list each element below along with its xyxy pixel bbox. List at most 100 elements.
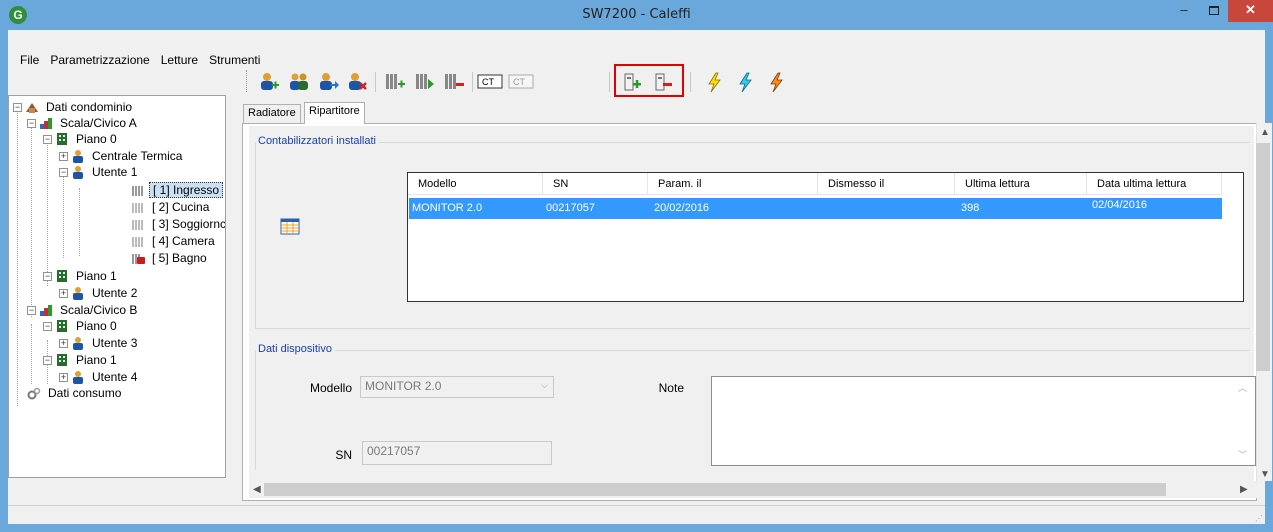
cell-modello: MONITOR 2.0: [412, 202, 483, 214]
flash-orange-icon[interactable]: [764, 70, 788, 94]
collapse-icon[interactable]: −: [13, 102, 22, 112]
radiator-icon: [132, 220, 143, 230]
tree-node-piano-0[interactable]: − Piano 0: [43, 131, 120, 147]
toolbar-grip[interactable]: [246, 70, 249, 92]
modello-select[interactable]: MONITOR 2.0 ⌵: [360, 376, 554, 398]
status-bar: ⋰: [8, 505, 1265, 524]
tree-label: Centrale Termica: [92, 149, 183, 163]
tree-node-piano-0-b[interactable]: − Piano 0: [43, 318, 120, 334]
tree-node-room-1[interactable]: [ 1] Ingresso: [131, 182, 224, 198]
window-border-left: [0, 30, 8, 532]
horizontal-scroll-thumb[interactable]: [264, 483, 1166, 496]
tree-node-piano-1[interactable]: − Piano 1: [43, 268, 120, 284]
tree-node-utente-3[interactable]: + Utente 3: [59, 335, 140, 351]
remove-user-icon[interactable]: [345, 70, 369, 94]
tree-node-dati-condominio[interactable]: − Dati condominio: [13, 99, 135, 115]
add-user-icon[interactable]: [257, 70, 281, 94]
maximize-button[interactable]: [1200, 0, 1228, 22]
collapse-icon[interactable]: −: [43, 271, 52, 281]
col-ultima-lettura[interactable]: Ultima lettura: [955, 173, 1087, 195]
installed-grid[interactable]: Modello SN Param. il Dismesso il Ultima …: [407, 172, 1244, 302]
table-row[interactable]: MONITOR 2.0 00217057 20/02/2016 398 02/0…: [409, 198, 1222, 219]
note-label: Note: [658, 381, 684, 395]
expand-icon[interactable]: +: [59, 151, 68, 161]
close-button[interactable]: ✕: [1228, 0, 1273, 22]
scroll-left-icon[interactable]: ◀: [253, 484, 261, 495]
window-border-bottom: [0, 524, 1273, 532]
users-icon[interactable]: [287, 70, 311, 94]
device-groupbox: [255, 350, 1250, 351]
menu-parametrizzazione[interactable]: Parametrizzazione: [48, 50, 158, 70]
col-dismesso[interactable]: Dismesso il: [818, 173, 955, 195]
ct-on-label: CT: [482, 77, 494, 87]
flash-yellow-icon[interactable]: [702, 70, 726, 94]
collapse-icon[interactable]: −: [27, 305, 36, 315]
expand-icon[interactable]: +: [59, 288, 68, 298]
collapse-icon[interactable]: −: [27, 118, 36, 128]
collapse-icon[interactable]: −: [43, 134, 52, 144]
minimize-button[interactable]: –: [1170, 0, 1198, 22]
floor-icon: [57, 133, 67, 145]
collapse-icon[interactable]: −: [59, 167, 68, 177]
scroll-up-icon[interactable]: ▲: [1260, 127, 1270, 138]
tree-node-centrale-termica[interactable]: + Centrale Termica: [59, 148, 185, 164]
tree-node-room-5[interactable]: [ 5] Bagno: [131, 250, 210, 266]
tree-node-room-2[interactable]: [ 2] Cucina: [131, 199, 212, 215]
groupbox-border: [255, 142, 256, 328]
title-bar: G SW7200 - Caleffi – ✕: [0, 0, 1273, 30]
collapse-icon[interactable]: −: [43, 355, 52, 365]
col-data-ultima[interactable]: Data ultima lettura: [1087, 173, 1222, 195]
tree-label: [ 5] Bagno: [152, 251, 207, 265]
remove-radiator-icon[interactable]: [442, 70, 466, 94]
col-sn[interactable]: SN: [543, 173, 648, 195]
add-radiator-icon[interactable]: [383, 70, 407, 94]
scroll-right-icon[interactable]: ▶: [1240, 484, 1248, 495]
tree-node-room-3[interactable]: [ 3] Soggiornc: [131, 216, 226, 232]
note-textarea[interactable]: ︿ ﹀: [711, 376, 1256, 466]
flash-blue-icon[interactable]: [733, 70, 757, 94]
radiator-next-icon[interactable]: [413, 70, 437, 94]
toolbar-separator: [690, 72, 691, 92]
tree-node-room-4[interactable]: [ 4] Camera: [131, 233, 218, 249]
expand-icon[interactable]: +: [59, 372, 68, 382]
sn-field[interactable]: 00217057: [362, 441, 552, 465]
ct-on-icon[interactable]: CT: [477, 70, 505, 94]
tree-node-scala-b[interactable]: − Scala/Civico B: [27, 302, 140, 318]
scroll-up-icon[interactable]: ︿: [1238, 381, 1247, 394]
modello-label: Modello: [309, 381, 352, 395]
groupbox-border: [255, 350, 256, 470]
table-icon[interactable]: [280, 218, 300, 236]
tab-radiatore[interactable]: Radiatore: [243, 104, 301, 123]
ct-off-icon[interactable]: CT: [508, 70, 536, 94]
tree-node-scala-a[interactable]: − Scala/Civico A: [27, 115, 140, 131]
col-param[interactable]: Param. il: [648, 173, 818, 195]
expand-icon[interactable]: +: [59, 338, 68, 348]
tab-ripartitore[interactable]: Ripartitore: [304, 102, 365, 124]
tree-label: Scala/Civico A: [60, 116, 137, 130]
tree-node-utente-2[interactable]: + Utente 2: [59, 285, 140, 301]
collapse-icon[interactable]: −: [43, 321, 52, 331]
menu-strumenti[interactable]: Strumenti: [207, 50, 269, 70]
resize-grip-icon[interactable]: ⋰: [1255, 514, 1263, 523]
tree-node-piano-1-b[interactable]: − Piano 1: [43, 352, 120, 368]
floor-icon: [57, 270, 67, 282]
user-icon: [73, 371, 83, 384]
cell-sn: 00217057: [546, 202, 595, 214]
scroll-down-icon[interactable]: ﹀: [1238, 448, 1247, 461]
tree-label: [ 3] Soggiornc: [152, 217, 226, 231]
staircase-icon: [40, 118, 52, 129]
vertical-scroll-thumb[interactable]: [1256, 143, 1270, 371]
tree-node-dati-consumo[interactable]: Dati consumo: [27, 385, 124, 401]
user-icon: [73, 337, 83, 350]
menu-letture[interactable]: Letture: [159, 50, 207, 70]
move-user-icon[interactable]: [316, 70, 340, 94]
tree-node-utente-1[interactable]: − Utente 1: [59, 164, 140, 180]
tree-view[interactable]: − Dati condominio − Scala/Civico A − Pia…: [8, 95, 226, 478]
scroll-down-icon[interactable]: ▼: [1260, 469, 1270, 480]
menu-file[interactable]: File: [8, 50, 48, 70]
floor-icon: [57, 354, 67, 366]
maximize-icon: [1209, 6, 1219, 15]
col-modello[interactable]: Modello: [408, 173, 543, 195]
tree-node-utente-4[interactable]: + Utente 4: [59, 369, 140, 385]
device-title: Dati dispositivo: [255, 343, 335, 355]
